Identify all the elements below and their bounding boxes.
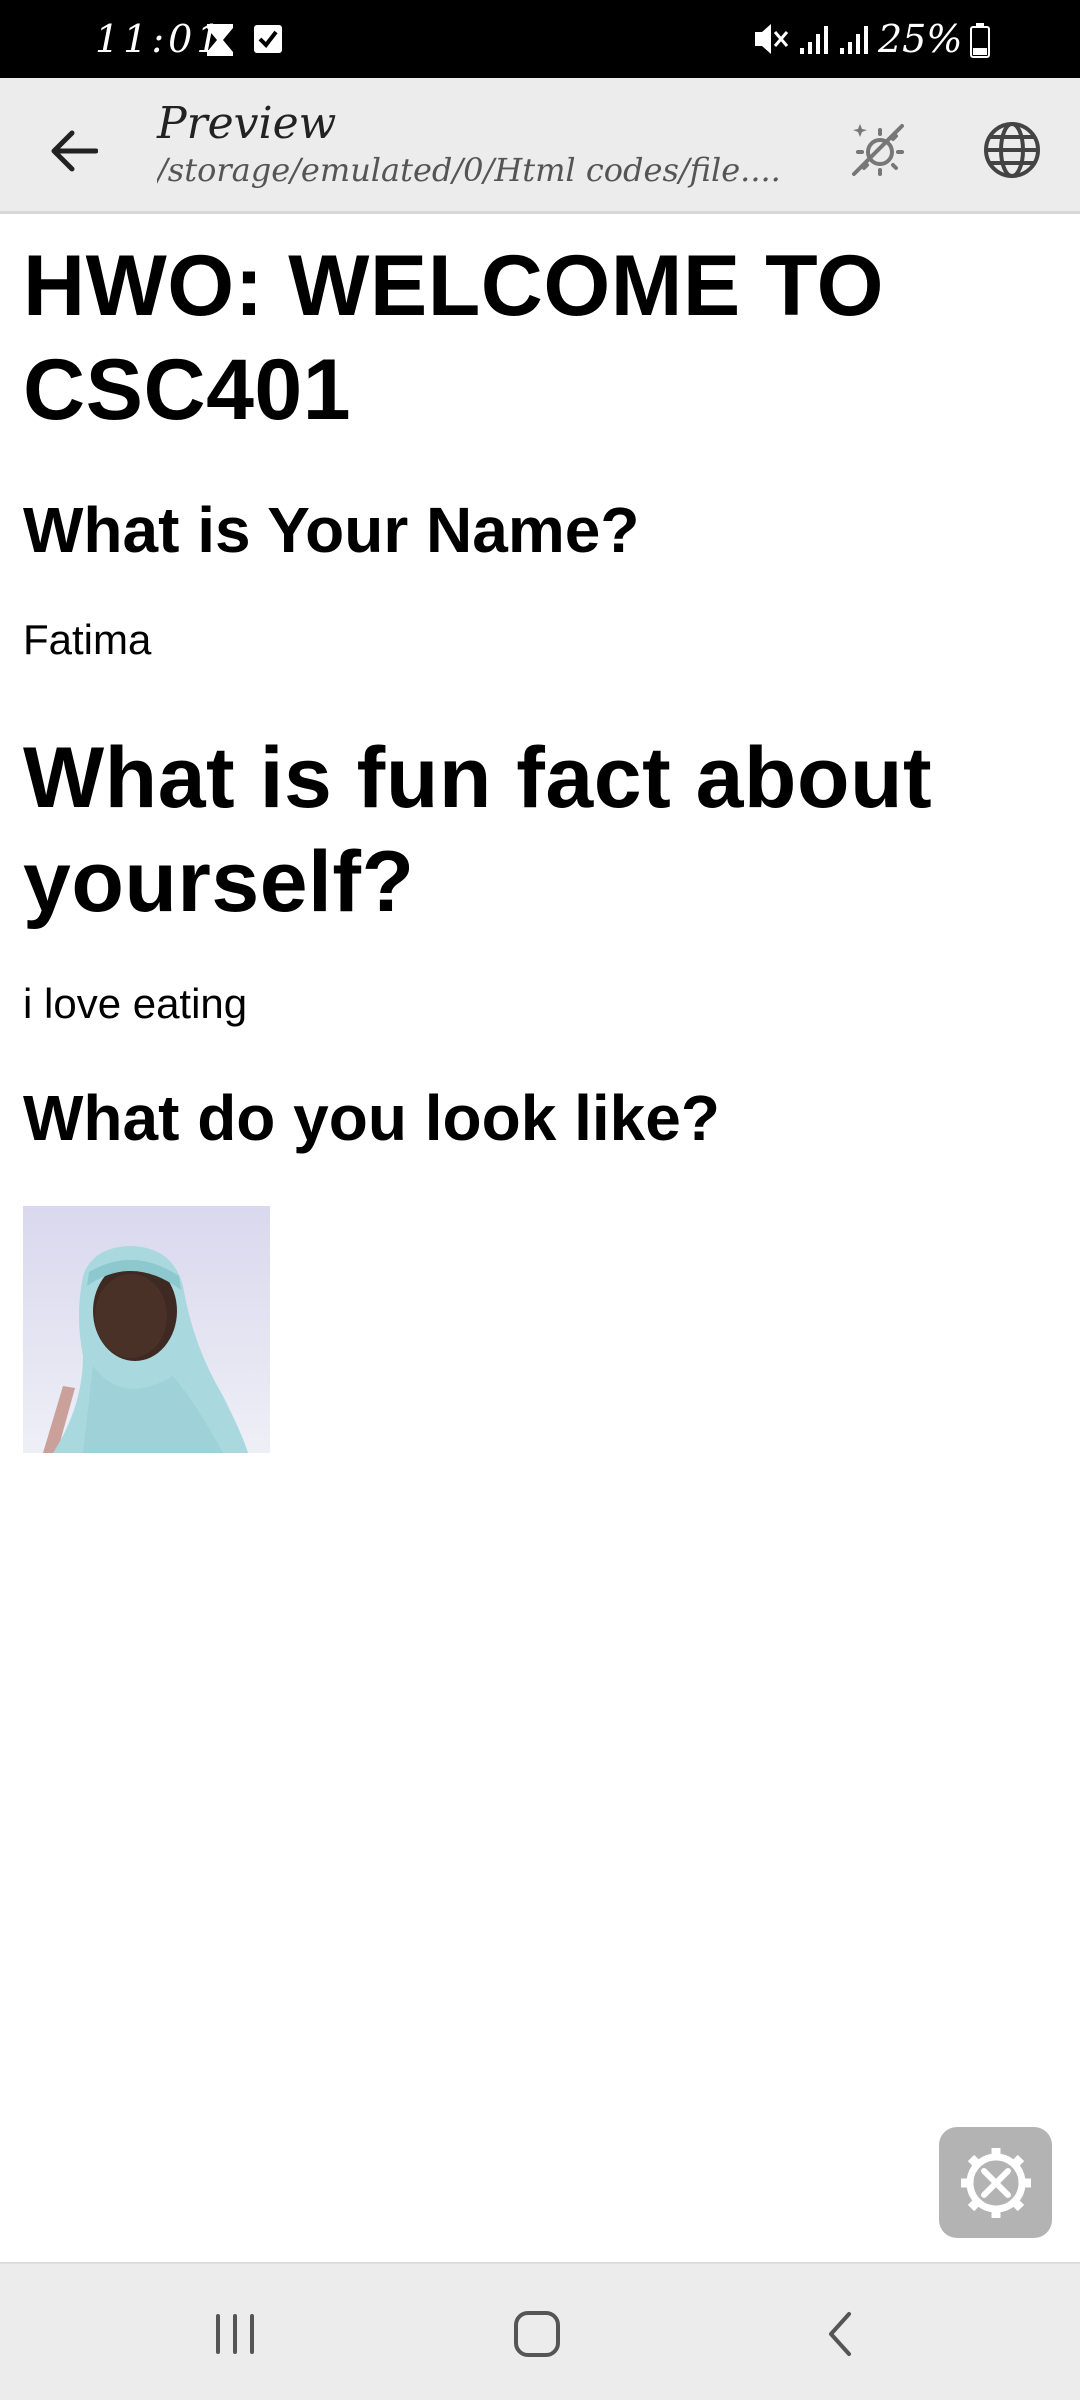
settings-fab[interactable] [939, 2127, 1052, 2238]
question-appearance: What do you look like? [23, 1082, 720, 1154]
checkbox-icon [254, 25, 282, 53]
globe-button[interactable] [972, 110, 1052, 190]
portrait-image [23, 1206, 270, 1453]
recent-apps-icon [216, 2314, 254, 2354]
hourglass-icon [207, 24, 233, 56]
status-bar: 11:01 25% [0, 0, 1080, 78]
question-fun-fact: What is fun fact about yourself? [23, 730, 933, 930]
app-title: Preview [157, 98, 337, 149]
globe-icon [984, 122, 1040, 178]
battery-icon [970, 23, 990, 58]
nav-back-button[interactable] [800, 2294, 880, 2374]
home-icon [514, 2311, 560, 2357]
app-bar: Preview /storage/emulated/0/Html codes/f… [0, 78, 1080, 214]
back-arrow-icon [51, 130, 98, 172]
question-name: What is Your Name? [23, 494, 640, 566]
preview-content: HWO: WELCOME TO CSC401 What is Your Name… [23, 214, 1053, 1453]
theme-toggle-button[interactable] [838, 110, 918, 190]
mute-icon [755, 24, 789, 54]
settings-tools-icon [960, 2147, 1031, 2218]
recent-apps-button[interactable] [195, 2294, 275, 2374]
home-button[interactable] [497, 2294, 577, 2374]
system-nav-bar [0, 2262, 1080, 2400]
signal-icon [840, 26, 868, 54]
back-button[interactable] [36, 114, 110, 188]
page-heading: HWO: WELCOME TO CSC401 [23, 238, 885, 438]
answer-fun-fact: i love eating [23, 980, 248, 1027]
file-path: /storage/emulated/0/Html codes/file.... [157, 151, 781, 189]
answer-name: Fatima [23, 616, 152, 663]
theme-toggle-icon [852, 124, 904, 176]
back-icon [829, 2312, 851, 2356]
signal-icon [800, 26, 828, 54]
battery-percent: 25% [878, 17, 963, 61]
